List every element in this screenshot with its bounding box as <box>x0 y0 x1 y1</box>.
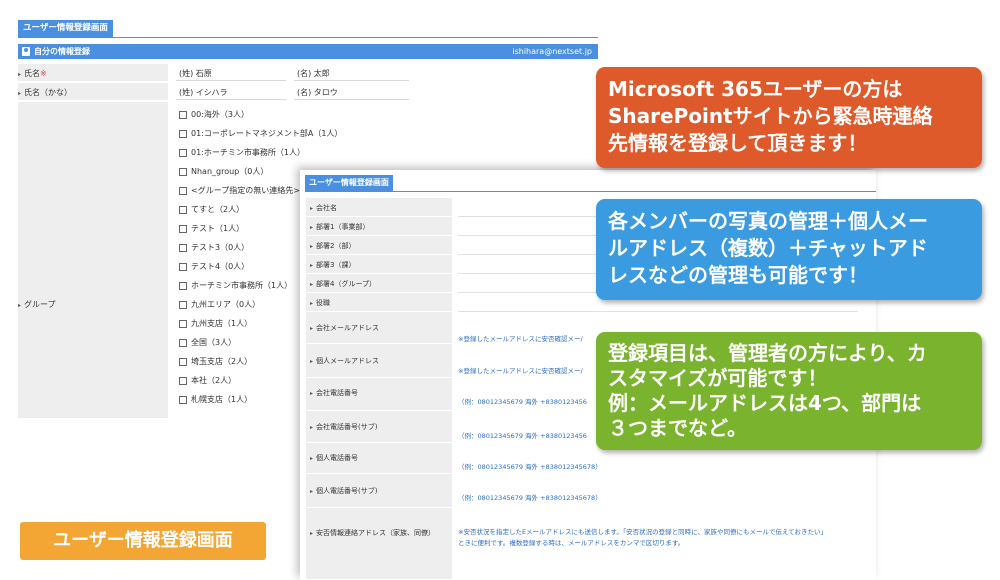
checkbox[interactable] <box>179 357 187 366</box>
checkbox[interactable] <box>179 262 187 271</box>
group-checkbox-item[interactable]: 九州支店（1人） <box>179 318 252 329</box>
group-label: グループ <box>18 299 56 310</box>
checkbox[interactable] <box>179 148 187 157</box>
group-checkbox-item[interactable]: 九州エリア（0人） <box>179 299 260 310</box>
group-checkbox-item[interactable]: 01:コーポレートマネジメント部A（1人） <box>179 128 342 139</box>
checkbox[interactable] <box>179 205 187 214</box>
group-checkbox-item[interactable]: 00:海外（3人） <box>179 109 249 120</box>
field-label-personal-email: 個人メールアドレス <box>306 344 452 378</box>
tab-underline <box>18 37 598 38</box>
field-label-company-phone: 会社電話番号 <box>306 378 452 411</box>
group-checkbox-item[interactable]: テスト（1人） <box>179 223 244 234</box>
safety-note-line1: ※安否状況を指定したEメールアドレスにも送信します。「安否状況の登録と同時に、家… <box>458 528 827 536</box>
personal-email-note: ※登録したメールアドレスに安否確認メー/ <box>458 367 583 375</box>
user-email: ishihara@nextset.jp <box>512 47 592 56</box>
field-label-title: 役職 <box>306 293 452 312</box>
group-checkbox-item[interactable]: Nhan_group（0人） <box>179 166 268 177</box>
given-name-field[interactable]: (名) 太郎 <box>297 68 330 79</box>
person-icon <box>22 47 30 56</box>
checkbox[interactable] <box>179 186 187 195</box>
field-label-personal-phone: 個人電話番号 <box>306 443 452 474</box>
callout-customization: 登録項目は、管理者の方により、カ スタマイズが可能です！ 例：メールアドレスは4… <box>596 332 982 450</box>
field-label-company-email: 会社メールアドレス <box>306 312 452 344</box>
checkbox[interactable] <box>179 319 187 328</box>
group-checkbox-item[interactable]: 全国（3人） <box>179 337 236 348</box>
field-label-dept4: 部署4（グループ） <box>306 274 452 293</box>
kana-label: 氏名（かな） <box>18 87 72 98</box>
company-email-note: ※登録したメールアドレスに安否確認メー/ <box>458 335 583 343</box>
company-phone-sub-hint: （例：08012345679 海外 +8380123456 <box>458 432 587 440</box>
title-input[interactable] <box>458 311 858 312</box>
surname-kana-field[interactable]: (姓) イシハラ <box>179 87 228 98</box>
checkbox[interactable] <box>179 224 187 233</box>
tab-user-info-registration[interactable]: ユーザー情報登録画面 <box>18 20 113 37</box>
group-checkbox-item[interactable]: 本社（2人） <box>179 375 236 386</box>
group-checkbox-item[interactable]: 埼玉支店（2人） <box>179 356 252 367</box>
field-label-company: 会社名 <box>306 198 452 217</box>
callout-member-management: 各メンバーの写真の管理＋個人メー ルアドレス（複数）＋チャットアド レスなどの管… <box>596 199 982 300</box>
personal-phone-sub-hint: （例：08012345679 海外 +838012345678） <box>458 494 602 502</box>
safety-note-line2: ときに便利です。複数登録する時は、メールアドレスをカンマで区切ります。 <box>458 539 685 547</box>
group-checkbox-item[interactable]: 札幌支店（1人） <box>179 394 252 405</box>
checkbox[interactable] <box>179 300 187 309</box>
checkbox[interactable] <box>179 167 187 176</box>
checkbox[interactable] <box>179 338 187 347</box>
name-label: 氏名※ <box>18 68 47 79</box>
group-checkbox-item[interactable]: てすと（2人） <box>179 204 244 215</box>
caption-badge: ユーザー情報登録画面 <box>20 522 266 560</box>
tab-underline <box>305 191 876 192</box>
group-checkbox-item[interactable]: テスト4（0人） <box>179 261 249 272</box>
section-header: 自分の情報登録 ishihara@nextset.jp <box>18 44 598 59</box>
checkbox[interactable] <box>179 281 187 290</box>
field-label-personal-phone-sub: 個人電話番号(サブ) <box>306 474 452 508</box>
field-label-dept2: 部署2（部） <box>306 236 452 255</box>
group-checkbox-item[interactable]: テスト3（0人） <box>179 242 249 253</box>
checkbox[interactable] <box>179 110 187 119</box>
field-label-safety-address: 安否情報連絡アドレス（家族、同僚） <box>306 508 452 580</box>
checkbox[interactable] <box>179 376 187 385</box>
checkbox[interactable] <box>179 129 187 138</box>
group-checkbox-item[interactable]: <グループ指定の無い連絡先>（3 <box>179 185 313 196</box>
group-checkbox-item[interactable]: 01:ホーチミン市事務所（1人） <box>179 147 305 158</box>
surname-field[interactable]: (姓) 石原 <box>179 68 212 79</box>
callout-sharepoint: Microsoft 365ユーザーの方は SharePointサイトから緊急時連… <box>596 67 982 168</box>
field-label-dept1: 部署1（事業部） <box>306 217 452 236</box>
field-label-dept3: 部署3（課） <box>306 255 452 274</box>
checkbox[interactable] <box>179 395 187 404</box>
personal-phone-hint: （例：08012345679 海外 +838012345678） <box>458 463 602 471</box>
label-cell-group <box>18 102 168 418</box>
checkbox[interactable] <box>179 243 187 252</box>
company-phone-hint: （例：08012345679 海外 +8380123456 <box>458 398 587 406</box>
section-title: 自分の情報登録 <box>34 47 90 56</box>
given-kana-field[interactable]: (名) タロウ <box>297 87 338 98</box>
tab-user-info-registration-front[interactable]: ユーザー情報登録画面 <box>305 175 393 191</box>
field-label-company-phone-sub: 会社電話番号(サブ) <box>306 411 452 443</box>
group-checkbox-item[interactable]: ホーチミン市事務所（1人） <box>179 280 292 291</box>
